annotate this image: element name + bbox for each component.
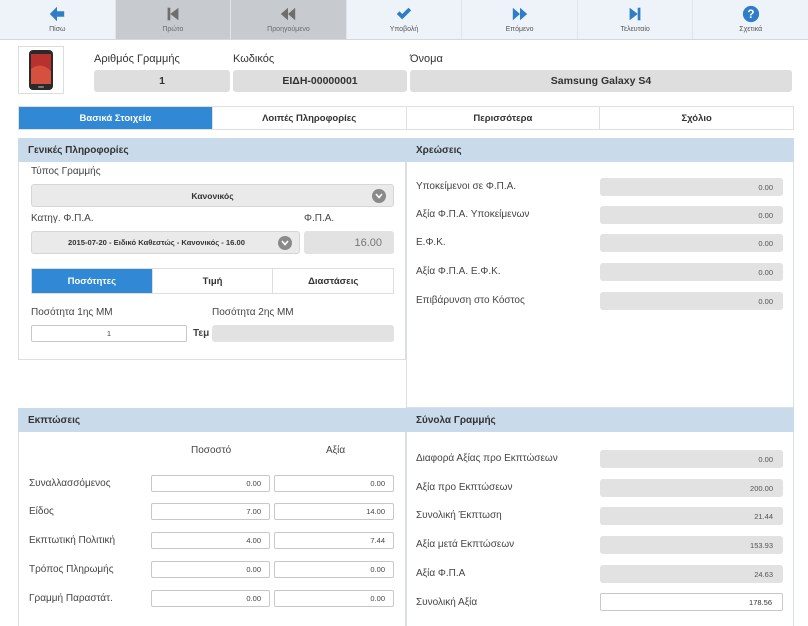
discount-value-input[interactable]: 7.44 [274,532,394,549]
line-number-label: Αριθμός Γραμμής [94,53,180,65]
vat-category-label: Κατηγ. Φ.Π.Α. [31,213,94,224]
totals-row-value[interactable]: 21.44 [600,507,783,525]
discount-value-input[interactable]: 0.00 [274,561,394,578]
skip-last-icon [629,7,641,21]
svg-text:?: ? [747,8,754,21]
discounts-header: Εκπτώσεις [18,408,406,432]
sub-tabs: Ποσότητες Τιμή Διαστάσεις [31,268,394,294]
discount-row-label: Τρόπος Πληρωμής [29,564,114,575]
tab-other-info[interactable]: Λοιπές Πληροφορίες [212,107,407,129]
discount-percent-input[interactable]: 0.00 [151,561,270,578]
code-label: Κωδικός [233,53,275,65]
toolbar: Πίσω Πρώτο Προηγούμενο Υποβολή Επόμενο Τ… [0,0,808,40]
last-label: Τελευταίο [620,26,650,33]
help-icon: ? [742,5,759,23]
rewind-icon [281,7,296,21]
discount-row-label: Γραμμή Παραστάτ. [29,593,113,604]
qty1-unit: Τεμ [193,328,210,339]
previous-label: Προηγούμενο [267,26,310,33]
totals-row-label: Συνολική Έκπτωση [416,510,502,521]
total-value-field[interactable]: 178.56 [600,593,783,611]
charges-row-value[interactable]: 0.00 [600,292,783,310]
next-label: Επόμενο [505,26,534,33]
qty1-input[interactable]: 1 [31,325,187,342]
discount-percent-input[interactable]: 4.00 [151,532,270,549]
name-field[interactable]: Samsung Galaxy S4 [410,70,792,92]
last-button[interactable]: Τελευταίο [577,0,694,39]
qty2-label: Ποσότητα 2ης ΜΜ [212,307,294,318]
discount-row-label: Εκπτωτική Πολιτική [29,535,116,546]
skip-first-icon [167,7,179,21]
check-icon [396,7,412,20]
discount-percent-input[interactable]: 0.00 [151,475,270,492]
subtab-quantities[interactable]: Ποσότητες [32,269,153,293]
first-label: Πρώτο [162,26,184,33]
totals-row-value[interactable]: 200.00 [600,479,783,497]
totals-row-label: Διαφορά Αξίας προ Εκπτώσεων [416,453,558,464]
chevron-down-icon [372,189,386,203]
phone-image-icon [29,50,53,90]
submit-label: Υποβολή [389,26,419,33]
back-label: Πίσω [49,26,66,33]
discount-percent-col-header: Ποσοστό [191,445,232,456]
submit-button[interactable]: Υποβολή [346,0,463,39]
fast-forward-icon [512,7,527,21]
charges-row-label: Αξία Φ.Π.Α. Υποκείμενων [416,209,530,220]
arrow-left-icon [50,6,65,22]
discount-percent-input[interactable]: 0.00 [151,590,270,607]
line-type-select[interactable]: Κανονικός [31,184,394,207]
discount-value-input[interactable]: 0.00 [274,590,394,607]
subtab-dimensions[interactable]: Διαστάσεις [273,269,394,293]
product-thumbnail [18,46,64,94]
tab-comment[interactable]: Σχόλιο [600,107,793,129]
charges-row-label: Υποκείμενοι σε Φ.Π.Α. [416,181,517,192]
code-field[interactable]: ΕΙΔΗ-00000001 [233,70,407,92]
totals-row-value[interactable]: 0.00 [600,450,783,468]
about-button[interactable]: ? Σχετικά [693,0,808,39]
general-info-header: Γενικές Πληροφορίες [18,138,406,162]
main-tabs: Βασικά Στοιχεία Λοιπές Πληροφορίες Περισ… [18,106,794,130]
totals-row-value[interactable]: 24.63 [600,565,783,583]
vat-category-select[interactable]: 2015-07-20 - Ειδικό Καθεστώς - Κανονικός… [31,231,300,254]
charges-row-label: Ε.Φ.Κ. [416,237,446,248]
vat-label: Φ.Π.Α. [304,213,335,224]
qty1-label: Ποσότητα 1ης ΜΜ [31,307,113,318]
discount-value-input[interactable]: 14.00 [274,503,394,520]
totals-row-label: Αξία Φ.Π.Α [416,568,466,579]
vat-rate-field[interactable]: 16.00 [304,231,394,254]
discount-row-label: Είδος [29,506,54,517]
line-type-label: Τύπος Γραμμής [31,166,101,177]
tab-basic-info[interactable]: Βασικά Στοιχεία [19,107,213,129]
line-totals-header: Σύνολα Γραμμής [406,408,794,432]
charges-header: Χρεώσεις [406,138,794,162]
line-type-value: Κανονικός [191,190,234,201]
tab-more[interactable]: Περισσότερα [406,107,601,129]
charges-row-value[interactable]: 0.00 [600,206,783,224]
subtab-price[interactable]: Τιμή [152,269,274,293]
discount-percent-input[interactable]: 7.00 [151,503,270,520]
back-button[interactable]: Πίσω [0,0,116,39]
line-number-field[interactable]: 1 [94,70,230,92]
charges-row-value[interactable]: 0.00 [600,263,783,281]
first-button[interactable]: Πρώτο [115,0,232,39]
qty2-input[interactable] [212,325,394,342]
previous-button[interactable]: Προηγούμενο [231,0,347,39]
next-button[interactable]: Επόμενο [462,0,578,39]
totals-row-value[interactable]: 153.93 [600,536,783,554]
discount-row-label: Συναλλασσόμενος [29,478,111,489]
vat-category-value: 2015-07-20 - Ειδικό Καθεστώς - Κανονικός… [68,238,245,247]
discount-value-input[interactable]: 0.00 [274,475,394,492]
charges-row-value[interactable]: 0.00 [600,234,783,252]
totals-row-label: Αξία μετά Εκπτώσεων [416,539,515,550]
name-label: Όνομα [410,53,443,65]
charges-row-value[interactable]: 0.00 [600,178,783,196]
chevron-down-icon [278,236,292,250]
totals-row-label: Συνολική Αξία [416,597,478,608]
charges-row-label: Επιβάρυνση στο Κόστος [416,295,525,306]
about-label: Σχετικά [739,26,763,33]
discount-value-col-header: Αξία [326,445,346,456]
charges-row-label: Αξία Φ.Π.Α. Ε.Φ.Κ. [416,266,501,277]
totals-row-label: Αξία προ Εκπτώσεων [416,482,513,493]
